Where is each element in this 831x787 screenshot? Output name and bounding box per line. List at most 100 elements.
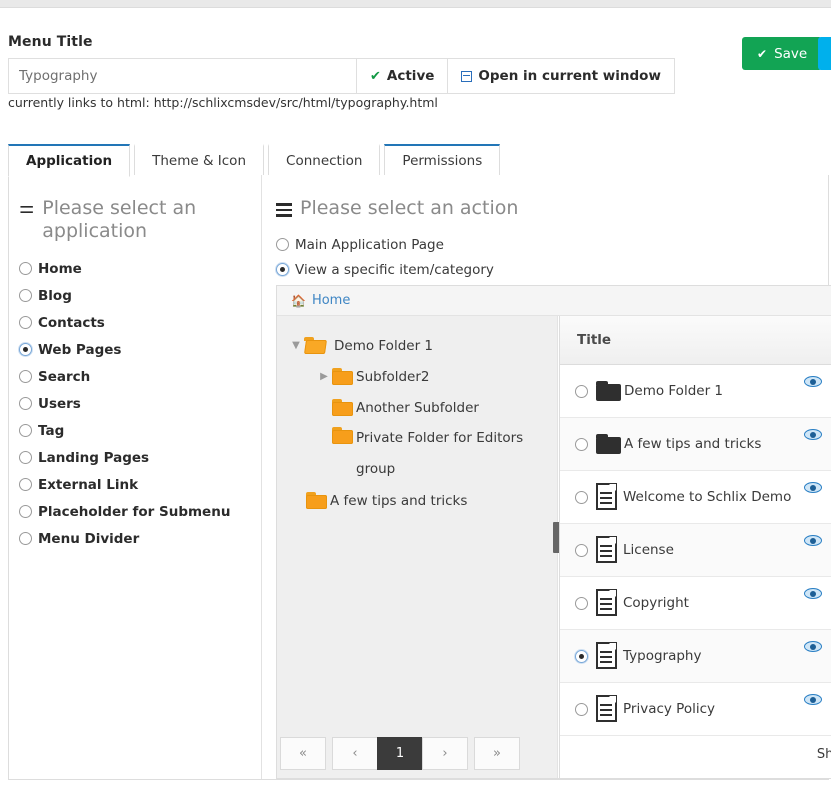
radio-icon[interactable] [19, 451, 32, 465]
pagination-last-button[interactable]: » [474, 736, 520, 770]
document-icon [596, 642, 620, 670]
tree-node-subfolder2[interactable]: ▶ Subfolder2 [277, 361, 557, 392]
eye-icon[interactable] [804, 482, 822, 493]
tab-connection[interactable]: Connection [268, 144, 381, 177]
menu-title-row: ✔ Active Open in current window [8, 58, 675, 94]
app-option-home[interactable]: Home [19, 255, 251, 282]
radio-icon[interactable] [19, 370, 32, 384]
chevron-down-icon[interactable]: ▼ [288, 340, 304, 351]
app-option-web-pages[interactable]: Web Pages [19, 336, 251, 363]
tab-label: Permissions [402, 153, 483, 169]
tree-node-label: A few tips and tricks [330, 492, 468, 509]
radio-icon[interactable] [575, 384, 588, 398]
radio-icon[interactable] [19, 424, 32, 438]
breadcrumb: 🏠 Home [277, 286, 831, 316]
table-row[interactable]: Demo Folder 1 [560, 365, 831, 418]
active-toggle[interactable]: ✔ Active [356, 59, 447, 93]
secondary-action-button[interactable] [818, 37, 831, 70]
breadcrumb-home-link[interactable]: Home [312, 293, 350, 308]
table-row[interactable]: Welcome to Schlix Demo [560, 471, 831, 524]
row-title: Demo Folder 1 [624, 383, 724, 399]
document-icon [596, 536, 620, 564]
eye-icon[interactable] [804, 535, 822, 546]
eye-icon[interactable] [804, 429, 822, 440]
pagination-page-1-button[interactable]: 1 [377, 736, 423, 770]
tab-theme-icon[interactable]: Theme & Icon [134, 144, 265, 177]
open-in-current-window-toggle[interactable]: Open in current window [447, 59, 674, 93]
radio-icon[interactable] [575, 596, 588, 610]
folder-icon [332, 368, 354, 385]
application-tab-panel: ⚌ Please select an application Home Blog… [8, 175, 831, 780]
tab-application[interactable]: Application [8, 144, 131, 177]
table-row[interactable]: Copyright [560, 577, 831, 630]
app-option-label: External Link [38, 476, 139, 493]
pagination-prev-button[interactable]: ‹ [332, 736, 378, 770]
pagination-next-button[interactable]: › [422, 736, 468, 770]
app-option-external-link[interactable]: External Link [19, 471, 251, 498]
folder-icon [596, 381, 622, 401]
app-option-blog[interactable]: Blog [19, 282, 251, 309]
app-option-label: Tag [38, 422, 65, 439]
tree-node-a-few-tips[interactable]: A few tips and tricks [277, 485, 557, 516]
radio-icon[interactable] [19, 316, 32, 330]
action-section-heading: Please select an action [276, 197, 830, 220]
browser-split: ▼ Demo Folder 1 ▶ Subfolder2 Another Sub… [277, 316, 831, 778]
radio-icon[interactable] [19, 289, 32, 303]
app-option-placeholder-submenu[interactable]: Placeholder for Submenu [19, 498, 251, 525]
radio-icon-selected[interactable] [276, 263, 289, 277]
eye-icon[interactable] [804, 641, 822, 652]
list-column-header: Title [560, 316, 831, 365]
table-row-selected[interactable]: Typography [560, 630, 831, 683]
app-option-search[interactable]: Search [19, 363, 251, 390]
radio-icon[interactable] [19, 505, 32, 519]
tab-permissions[interactable]: Permissions [384, 144, 501, 177]
action-heading-text: Please select an action [300, 197, 519, 219]
window-top-strip [0, 0, 831, 8]
show-per-page-label: Show [816, 747, 831, 762]
tab-label: Theme & Icon [152, 153, 247, 169]
radio-icon[interactable] [575, 437, 588, 451]
eye-icon[interactable] [804, 588, 822, 599]
tree-node-label: Demo Folder 1 [334, 337, 434, 354]
menu-title-input[interactable] [9, 59, 356, 93]
app-option-label: Menu Divider [38, 530, 140, 547]
chevron-right-icon[interactable]: ▶ [316, 371, 332, 382]
tree-node-demo-folder-1[interactable]: ▼ Demo Folder 1 [277, 330, 557, 361]
action-option-specific-item[interactable]: View a specific item/category [276, 257, 830, 282]
save-button[interactable]: ✔ Save [742, 37, 823, 70]
folder-icon [332, 399, 354, 416]
radio-icon[interactable] [276, 238, 289, 252]
radio-icon[interactable] [19, 262, 32, 276]
document-icon [596, 483, 620, 511]
radio-icon[interactable] [575, 702, 588, 716]
eye-icon[interactable] [804, 694, 822, 705]
app-option-users[interactable]: Users [19, 390, 251, 417]
radio-icon[interactable] [19, 532, 32, 546]
folder-icon [596, 434, 622, 454]
app-option-tag[interactable]: Tag [19, 417, 251, 444]
action-option-main-page[interactable]: Main Application Page [276, 232, 830, 257]
radio-icon-selected[interactable] [575, 649, 588, 663]
radio-icon[interactable] [575, 490, 588, 504]
radio-icon[interactable] [19, 478, 32, 492]
row-title: Copyright [623, 595, 689, 611]
table-row[interactable]: A few tips and tricks [560, 418, 831, 471]
tree-node-another-subfolder[interactable]: Another Subfolder [277, 392, 557, 423]
application-heading-text: Please select an application [42, 197, 197, 243]
app-option-landing-pages[interactable]: Landing Pages [19, 444, 251, 471]
radio-icon-selected[interactable] [19, 343, 32, 357]
eye-icon[interactable] [804, 376, 822, 387]
app-option-contacts[interactable]: Contacts [19, 309, 251, 336]
folder-tree: ▼ Demo Folder 1 ▶ Subfolder2 Another Sub… [277, 316, 560, 778]
app-option-menu-divider[interactable]: Menu Divider [19, 525, 251, 552]
tab-label: Application [26, 153, 113, 169]
radio-icon[interactable] [575, 543, 588, 557]
pagination-first-button[interactable]: « [280, 736, 326, 770]
radio-icon[interactable] [19, 397, 32, 411]
table-row[interactable]: License [560, 524, 831, 577]
app-option-label: Placeholder for Submenu [38, 503, 231, 520]
tree-node-label: Subfolder2 [356, 368, 430, 385]
current-link-note: currently links to html: http://schlixcm… [8, 95, 438, 110]
page-body: Menu Title ✔ Active Open in current wind… [0, 8, 831, 787]
tree-node-private-folder[interactable]: Private Folder for Editors group [277, 423, 557, 485]
